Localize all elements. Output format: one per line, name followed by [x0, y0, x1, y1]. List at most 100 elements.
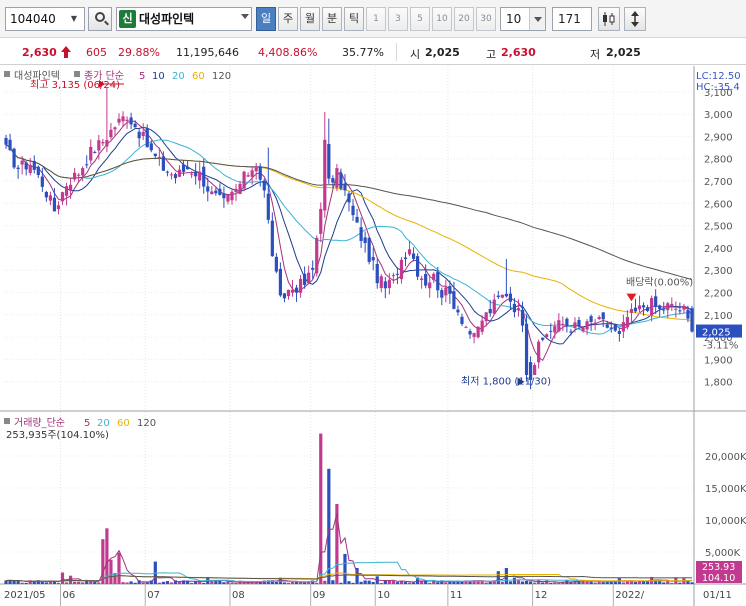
candle-body: [73, 172, 77, 180]
candle-body: [436, 272, 440, 291]
volume-bar: [157, 582, 161, 584]
low-label: 저: [590, 48, 601, 61]
volume-bar: [81, 582, 85, 584]
tab-period-2[interactable]: 월: [300, 7, 320, 31]
tab-period-0[interactable]: 일: [256, 7, 276, 31]
candle-body: [270, 220, 274, 257]
volume-bar: [214, 581, 218, 584]
vertical-arrows-icon: [631, 11, 639, 27]
candle-body: [508, 293, 513, 302]
candle-style-button[interactable]: [598, 7, 620, 31]
tab-interval-10[interactable]: 10: [432, 7, 452, 31]
tab-period-1[interactable]: 주: [278, 7, 298, 31]
stock-code-value: 104040: [10, 12, 56, 26]
volume-bar: [125, 582, 129, 584]
candle-body: [629, 309, 634, 313]
candle-body: [367, 237, 371, 262]
stock-code-dropdown-icon[interactable]: ▼: [64, 8, 84, 30]
candle-body: [641, 305, 646, 308]
candle-body: [274, 256, 278, 272]
candle-body: [549, 330, 553, 332]
candle-body: [32, 160, 36, 170]
candle-body: [533, 364, 537, 376]
candle-body: [678, 310, 682, 312]
date-label: 12: [535, 590, 548, 601]
high-price: 2,630: [501, 46, 536, 59]
volume-bar: [351, 582, 355, 584]
candle-body: [557, 320, 561, 332]
candle-body: [484, 312, 488, 322]
current-change-label: -3.11%: [703, 341, 738, 352]
dividend-annotation: 배당락(0.00%): [626, 276, 693, 288]
candle-body: [444, 287, 448, 296]
candle-body: [226, 194, 230, 202]
tab-interval-30[interactable]: 30: [476, 7, 496, 31]
candle-body: [315, 237, 319, 274]
volume-chart[interactable]: 5,000K 10,000K 15,000K 20,000K 거래량_단순 5 20 60 12…: [0, 412, 746, 606]
candle-body: [323, 139, 327, 211]
price-chart[interactable]: 1,8001,9002,0002,1002,2002,3002,4002,500…: [0, 66, 746, 412]
volume-bar: [230, 582, 234, 584]
low-annotation: 최저 1,800 (11/30): [461, 376, 551, 388]
candle-body: [363, 237, 367, 244]
search-button[interactable]: [88, 7, 112, 31]
stock-name-selector[interactable]: 신 대성파인텍: [116, 7, 252, 31]
candle-body: [173, 174, 178, 179]
volume-bar: [520, 581, 525, 584]
candle-body: [56, 205, 61, 210]
volume-bar: [496, 571, 500, 584]
tab-interval-3[interactable]: 3: [388, 7, 408, 31]
tab-period-3[interactable]: 분: [322, 7, 342, 31]
candle-body: [286, 289, 291, 297]
volume-bar: [339, 582, 343, 584]
legend-period-120: 120: [212, 71, 231, 82]
volume-bar: [93, 581, 97, 584]
candle-body: [621, 322, 625, 332]
candle-body: [593, 322, 597, 325]
volume-bar: [621, 582, 625, 584]
candle-body: [476, 326, 480, 338]
volume-bar: [226, 581, 230, 584]
tab-interval-5[interactable]: 5: [410, 7, 430, 31]
volume-bar: [234, 582, 238, 584]
chart-toolbar: 104040 ▼ 신 대성파인텍 일주월분틱 1 3 5 10 20 30 10 171: [0, 0, 746, 38]
candle-body: [597, 317, 601, 320]
volume-bar: [395, 582, 400, 584]
volume-bar: [379, 582, 383, 584]
candle-body: [85, 164, 89, 166]
candle-body: [60, 192, 65, 202]
price-tick-label: 2,300: [704, 266, 733, 277]
candle-body: [117, 118, 121, 123]
volume-bar: [161, 581, 165, 584]
volume-bar: [323, 580, 327, 584]
volume-bar: [500, 581, 504, 584]
candle-body: [387, 279, 391, 289]
tab-interval-1[interactable]: 1: [366, 7, 386, 31]
candle-body: [581, 327, 585, 332]
candle-body: [654, 296, 658, 308]
date-label: 2022/: [615, 590, 644, 601]
candle-body: [686, 310, 690, 319]
tab-interval-20[interactable]: 20: [454, 7, 474, 31]
candle-body: [149, 143, 153, 151]
volume-bar: [145, 582, 149, 584]
legend-period-10: 10: [152, 71, 165, 82]
candle-body: [690, 308, 694, 332]
candle-body: [161, 156, 165, 171]
period-select[interactable]: 10: [500, 7, 546, 31]
tab-period-4[interactable]: 틱: [344, 7, 364, 31]
vertical-scale-button[interactable]: [624, 7, 646, 31]
data-count-input[interactable]: 171: [552, 7, 592, 31]
current-volume-label: 253.93: [702, 562, 735, 573]
volume-bar: [44, 582, 48, 584]
candle-body: [198, 171, 202, 181]
volume-tick-label: 20,000K: [705, 452, 746, 463]
high-label: 고: [486, 48, 497, 61]
candle-body: [520, 309, 525, 326]
candle-body: [36, 166, 40, 176]
volume-bar: [387, 580, 391, 584]
candle-body: [327, 144, 331, 179]
candle-body: [569, 331, 573, 333]
volume-bar: [56, 582, 61, 584]
candle-body: [577, 319, 581, 327]
